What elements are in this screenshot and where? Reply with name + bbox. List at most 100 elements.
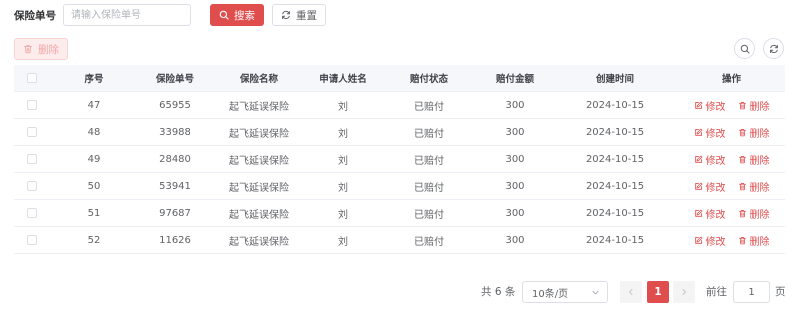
delete-link[interactable]: 删除 xyxy=(738,206,770,221)
cell-policy-number: 97687 xyxy=(159,207,191,219)
toggle-search-button[interactable] xyxy=(734,38,755,59)
delete-link-label: 删除 xyxy=(749,236,770,248)
delete-link[interactable]: 删除 xyxy=(738,152,770,167)
row-checkbox[interactable] xyxy=(27,235,37,245)
cell-insurance-name: 起飞延误保险 xyxy=(229,128,289,140)
cell-created-time: 2024-10-15 xyxy=(585,99,645,111)
cell-applicant: 刘 xyxy=(338,155,348,167)
table-row: 47 65955 起飞延误保险 刘 已赔付 300 2024-10-15 修改 … xyxy=(14,92,785,119)
cell-insurance-name: 起飞延误保险 xyxy=(229,155,289,167)
policy-number-input[interactable] xyxy=(63,4,191,26)
cell-amount: 300 xyxy=(505,180,525,192)
delete-link-label: 删除 xyxy=(749,128,770,140)
cell-seq: 51 xyxy=(87,207,101,219)
batch-delete-button[interactable]: 删除 xyxy=(14,38,68,60)
cell-policy-number: 28480 xyxy=(159,153,191,165)
cell-amount: 300 xyxy=(505,99,525,111)
reset-button-label: 重置 xyxy=(296,9,317,22)
search-button[interactable]: 搜索 xyxy=(210,4,264,26)
row-select-cell xyxy=(14,154,50,164)
next-page-button[interactable] xyxy=(673,281,695,303)
row-actions: 修改 删除 xyxy=(678,125,785,140)
header-status: 赔付状态 xyxy=(409,74,448,85)
delete-link-label: 删除 xyxy=(749,209,770,221)
row-checkbox[interactable] xyxy=(27,127,37,137)
header-insurance-name: 保险名称 xyxy=(239,74,278,85)
edit-link[interactable]: 修改 xyxy=(694,98,726,113)
edit-icon xyxy=(694,182,703,191)
chevron-left-icon xyxy=(627,288,635,296)
select-all-cell xyxy=(14,73,50,83)
delete-link[interactable]: 删除 xyxy=(738,179,770,194)
delete-link[interactable]: 删除 xyxy=(738,233,770,248)
search-icon xyxy=(219,10,229,20)
delete-link[interactable]: 删除 xyxy=(738,98,770,113)
row-checkbox[interactable] xyxy=(27,100,37,110)
reset-button[interactable]: 重置 xyxy=(272,4,326,26)
cell-policy-number: 65955 xyxy=(159,99,191,111)
edit-icon xyxy=(694,101,703,110)
refresh-table-button[interactable] xyxy=(763,38,784,59)
row-checkbox[interactable] xyxy=(27,154,37,164)
edit-icon xyxy=(694,155,703,164)
cell-created-time: 2024-10-15 xyxy=(585,207,645,219)
goto-page-input[interactable] xyxy=(733,281,770,303)
table-header: 序号 保险单号 保险名称 申请人姓名 赔付状态 赔付金额 创建时间 操作 xyxy=(14,65,785,92)
row-select-cell xyxy=(14,181,50,191)
page-size-value: 10条/页 xyxy=(532,288,569,300)
row-actions: 修改 删除 xyxy=(678,152,785,167)
cell-seq: 50 xyxy=(87,180,101,192)
cell-created-time: 2024-10-15 xyxy=(585,234,645,246)
header-policy-number: 保险单号 xyxy=(155,74,194,85)
cell-status: 已赔付 xyxy=(414,236,444,248)
table-row: 52 11626 起飞延误保险 刘 已赔付 300 2024-10-15 修改 … xyxy=(14,227,785,254)
edit-link[interactable]: 修改 xyxy=(694,206,726,221)
row-checkbox[interactable] xyxy=(27,181,37,191)
cell-insurance-name: 起飞延误保险 xyxy=(229,209,289,221)
row-checkbox[interactable] xyxy=(27,208,37,218)
page-size-select[interactable]: 10条/页 xyxy=(522,281,608,303)
edit-link-label: 修改 xyxy=(705,182,726,194)
cell-status: 已赔付 xyxy=(414,182,444,194)
delete-link-label: 删除 xyxy=(749,101,770,113)
prev-page-button[interactable] xyxy=(620,281,642,303)
cell-seq: 47 xyxy=(87,99,101,111)
row-select-cell xyxy=(14,100,50,110)
cell-applicant: 刘 xyxy=(338,236,348,248)
edit-link[interactable]: 修改 xyxy=(694,125,726,140)
cell-policy-number: 11626 xyxy=(159,234,191,246)
batch-delete-label: 删除 xyxy=(38,43,59,56)
edit-link[interactable]: 修改 xyxy=(694,233,726,248)
edit-link[interactable]: 修改 xyxy=(694,179,726,194)
cell-seq: 49 xyxy=(87,153,101,165)
cell-amount: 300 xyxy=(505,153,525,165)
edit-link-label: 修改 xyxy=(705,128,726,140)
cell-seq: 52 xyxy=(87,234,101,246)
cell-policy-number: 33988 xyxy=(159,126,191,138)
cell-applicant: 刘 xyxy=(338,182,348,194)
trash-icon xyxy=(738,209,747,218)
pagination-total: 共 6 条 xyxy=(481,286,516,298)
goto-unit: 页 xyxy=(775,286,786,298)
page-number-current[interactable]: 1 xyxy=(647,281,669,303)
cell-insurance-name: 起飞延误保险 xyxy=(229,182,289,194)
header-actions: 操作 xyxy=(721,74,741,85)
header-seq: 序号 xyxy=(84,74,104,85)
cell-created-time: 2024-10-15 xyxy=(585,180,645,192)
delete-link-label: 删除 xyxy=(749,155,770,167)
trash-icon xyxy=(738,182,747,191)
edit-link-label: 修改 xyxy=(705,101,726,113)
edit-link[interactable]: 修改 xyxy=(694,152,726,167)
row-select-cell xyxy=(14,208,50,218)
table-row: 48 33988 起飞延误保险 刘 已赔付 300 2024-10-15 修改 … xyxy=(14,119,785,146)
edit-link-label: 修改 xyxy=(705,236,726,248)
table-row: 51 97687 起飞延误保险 刘 已赔付 300 2024-10-15 修改 … xyxy=(14,200,785,227)
delete-link[interactable]: 删除 xyxy=(738,125,770,140)
trash-icon xyxy=(23,44,33,54)
select-all-checkbox[interactable] xyxy=(27,73,37,83)
table-row: 50 53941 起飞延误保险 刘 已赔付 300 2024-10-15 修改 … xyxy=(14,173,785,200)
search-label: 保险单号 xyxy=(14,9,56,22)
claims-table: 序号 保险单号 保险名称 申请人姓名 赔付状态 赔付金额 创建时间 操作 47 … xyxy=(14,65,785,254)
cell-applicant: 刘 xyxy=(338,209,348,221)
cell-amount: 300 xyxy=(505,234,525,246)
